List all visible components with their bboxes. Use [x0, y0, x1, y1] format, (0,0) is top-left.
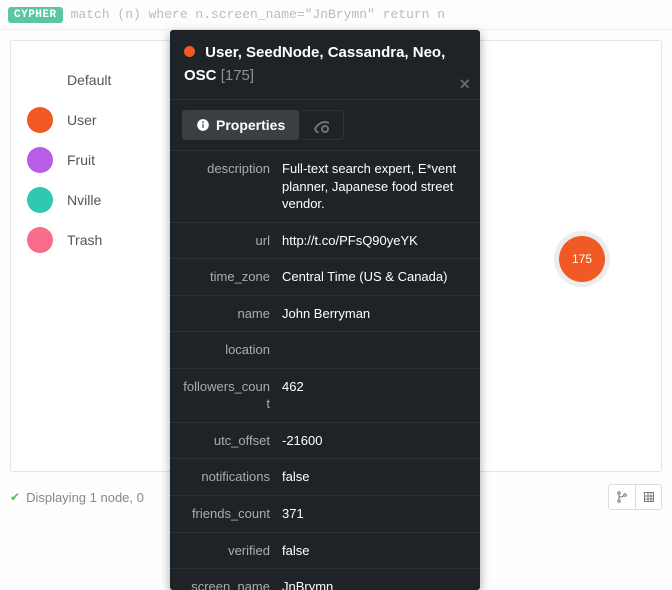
property-value: 462	[282, 378, 468, 396]
node-popover: User, SeedNode, Cassandra, Neo, OSC [175…	[170, 30, 480, 590]
legend-item-nville[interactable]: Nville	[27, 187, 167, 213]
property-key: utc_offset	[182, 432, 282, 450]
property-row: name John Berryman	[170, 296, 480, 333]
property-key: screen_name	[182, 578, 282, 590]
legend-label: User	[67, 112, 97, 128]
property-key: name	[182, 305, 282, 323]
property-key: friends_count	[182, 505, 282, 523]
graph-view-button[interactable]	[609, 485, 635, 509]
property-key: time_zone	[182, 268, 282, 286]
popover-header: User, SeedNode, Cassandra, Neo, OSC [175…	[170, 30, 480, 100]
graph-node[interactable]: 175	[559, 236, 605, 282]
branch-icon	[616, 491, 628, 503]
tab-properties-label: Properties	[216, 117, 285, 133]
check-icon: ✔	[10, 490, 20, 504]
info-icon	[196, 118, 210, 132]
property-key: followers_count	[182, 378, 282, 413]
popover-dot-icon	[184, 46, 195, 57]
legend-label: Trash	[67, 232, 102, 248]
legend-swatch	[27, 147, 53, 173]
property-value[interactable]: http://t.co/PFsQ90yeYK	[282, 232, 468, 250]
query-text[interactable]: match (n) where n.screen_name="JnBrymn" …	[71, 7, 445, 22]
property-row: screen_name JnBrymn	[170, 569, 480, 590]
legend-item-fruit[interactable]: Fruit	[27, 147, 167, 173]
property-value: false	[282, 542, 468, 560]
eye-icon	[313, 117, 329, 133]
popover-tabs: Properties	[170, 100, 480, 151]
legend-label: Default	[67, 72, 111, 88]
property-row: friends_count 371	[170, 496, 480, 533]
table-view-button[interactable]	[635, 485, 661, 509]
close-icon[interactable]: ×	[459, 75, 470, 93]
property-value: John Berryman	[282, 305, 468, 323]
properties-list: description Full-text search expert, E*v…	[170, 151, 480, 590]
property-key: url	[182, 232, 282, 250]
property-key: description	[182, 160, 282, 178]
property-row: url http://t.co/PFsQ90yeYK	[170, 223, 480, 260]
property-value: Central Time (US & Canada)	[282, 268, 468, 286]
property-row: notifications false	[170, 459, 480, 496]
property-value: Full-text search expert, E*vent planner,…	[282, 160, 468, 213]
property-key: verified	[182, 542, 282, 560]
property-row: location	[170, 332, 480, 369]
legend-item-user[interactable]: User	[27, 107, 167, 133]
property-row: verified false	[170, 533, 480, 570]
popover-id: [175]	[221, 67, 254, 84]
property-row: description Full-text search expert, E*v…	[170, 151, 480, 223]
legend-item-trash[interactable]: Trash	[27, 227, 167, 253]
cypher-badge: CYPHER	[8, 7, 63, 23]
grid-icon	[643, 491, 655, 503]
property-value: -21600	[282, 432, 468, 450]
legend-item-default[interactable]: Default	[27, 67, 167, 93]
property-row: utc_offset -21600	[170, 423, 480, 460]
property-value: JnBrymn	[282, 578, 468, 590]
property-row: time_zone Central Time (US & Canada)	[170, 259, 480, 296]
legend: Default User Fruit Nville Trash	[27, 67, 167, 267]
tab-preview[interactable]	[299, 110, 344, 140]
property-row: followers_count 462	[170, 369, 480, 423]
property-key: location	[182, 341, 282, 359]
tab-properties[interactable]: Properties	[182, 110, 299, 140]
legend-swatch	[27, 187, 53, 213]
property-value: false	[282, 468, 468, 486]
property-key: notifications	[182, 468, 282, 486]
legend-swatch	[27, 67, 53, 93]
legend-swatch	[27, 107, 53, 133]
legend-swatch	[27, 227, 53, 253]
status-text: Displaying 1 node, 0	[26, 490, 144, 505]
graph-node-id: 175	[572, 252, 592, 266]
property-value: 371	[282, 505, 468, 523]
legend-label: Fruit	[67, 152, 95, 168]
legend-label: Nville	[67, 192, 101, 208]
query-bar: CYPHER match (n) where n.screen_name="Jn…	[0, 0, 672, 30]
view-toggle	[608, 484, 662, 510]
